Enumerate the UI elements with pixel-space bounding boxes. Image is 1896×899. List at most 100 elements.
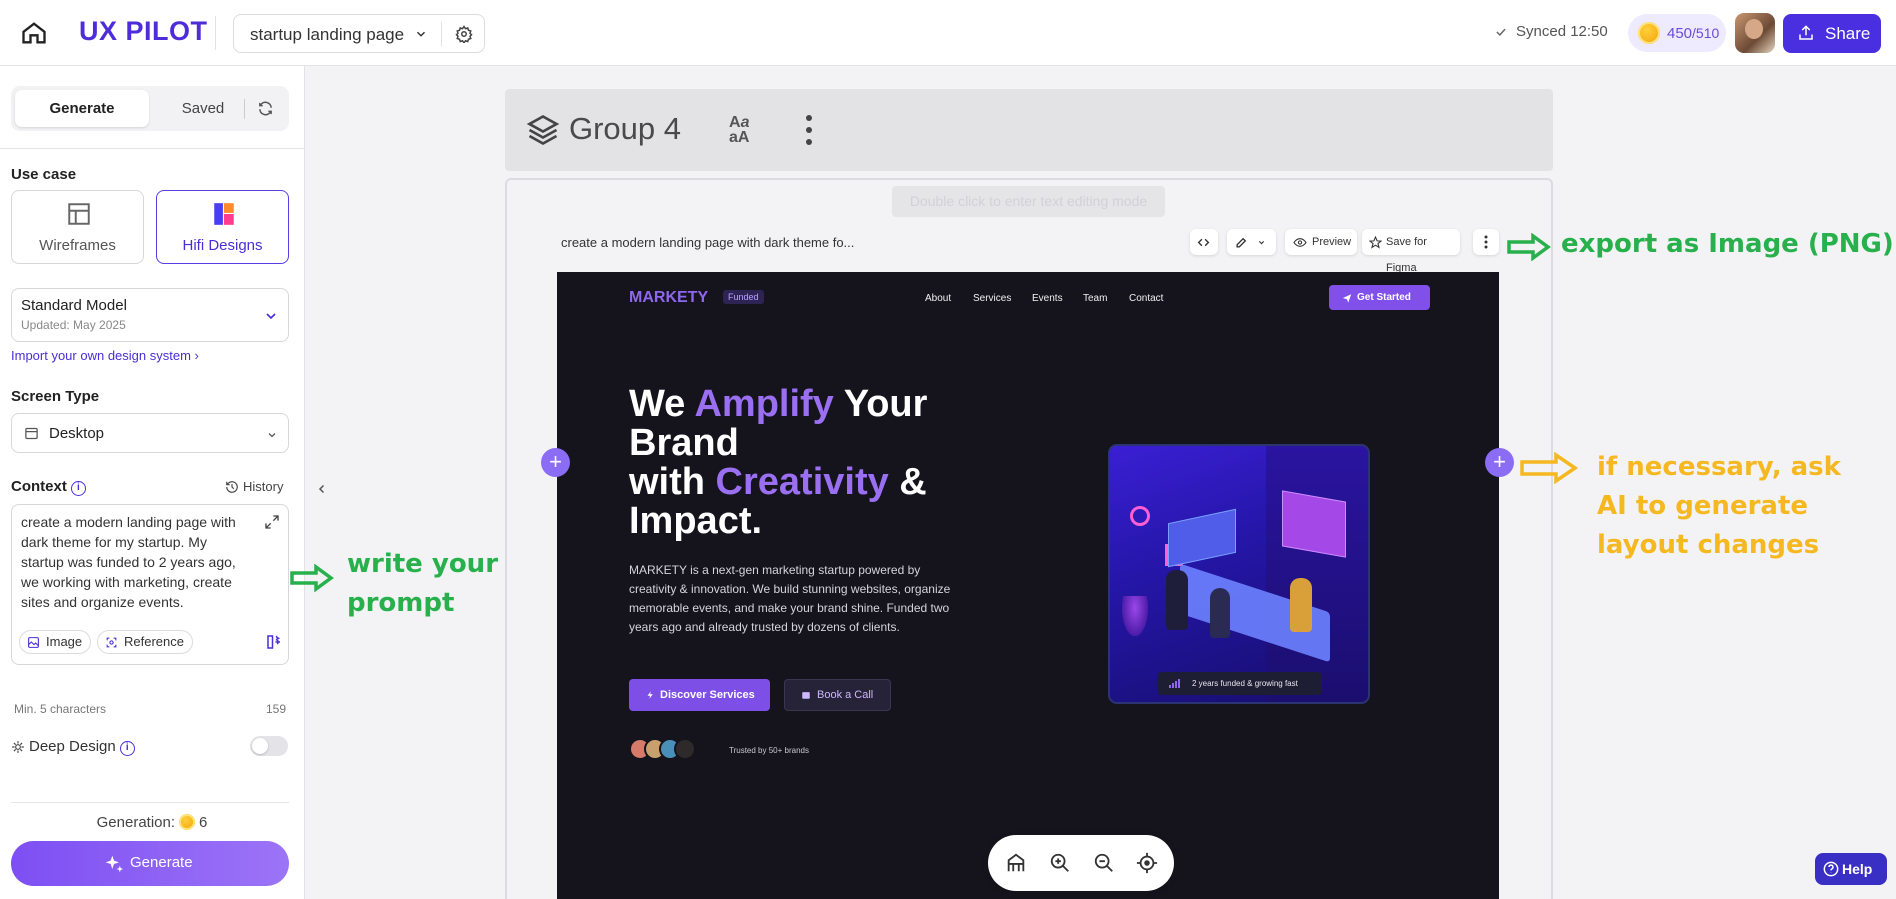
site-brand: MARKETY — [629, 289, 709, 306]
sparkles-icon — [105, 855, 124, 873]
green-arrow-icon — [1507, 233, 1551, 261]
add-section-right-button[interactable]: + — [1485, 448, 1514, 477]
context-textarea[interactable]: create a modern landing page with dark t… — [11, 504, 289, 665]
more-vertical-icon — [1484, 235, 1488, 249]
send-icon — [1342, 294, 1352, 303]
screen-type-label: Screen Type — [11, 388, 100, 405]
annotation-layout: if necessary, ask AI to generate layout … — [1597, 452, 1841, 560]
history-button[interactable]: History — [225, 479, 283, 494]
star-icon — [1369, 236, 1382, 249]
site-nav-item: Events — [1032, 293, 1063, 304]
recenter-icon[interactable] — [1136, 852, 1158, 874]
import-design-system-link[interactable]: Import your own design system › — [11, 348, 199, 363]
use-case-label: Use case — [11, 166, 77, 183]
top-bar: UX PILOT startup landing page Synced 12:… — [0, 0, 1896, 66]
check-icon — [1496, 28, 1506, 36]
min-characters-hint: Min. 5 characters — [14, 702, 107, 716]
frame-prompt-title: create a modern landing page with dark t… — [561, 235, 855, 250]
site-nav-item: Contact — [1129, 293, 1164, 304]
chevron-left-icon[interactable] — [316, 482, 328, 496]
project-selector[interactable]: startup landing page — [233, 14, 485, 53]
image-icon — [28, 637, 39, 648]
frame-more-button[interactable] — [1473, 229, 1499, 255]
context-label: Context i — [11, 478, 86, 496]
code-icon — [1197, 238, 1210, 247]
site-nav-item: Team — [1083, 293, 1108, 304]
site-book-call-button: Book a Call — [784, 679, 891, 711]
gear-icon[interactable] — [455, 25, 473, 43]
model-selector[interactable]: Standard Model Updated: May 2025 — [11, 288, 289, 342]
help-button[interactable]: Help — [1815, 853, 1887, 885]
reference-icon — [106, 637, 117, 648]
credits-badge[interactable]: 450/510 — [1628, 14, 1726, 52]
enhance-prompt-icon[interactable] — [265, 633, 283, 651]
site-nav-item: Services — [973, 293, 1012, 304]
funded-badge: Funded — [723, 290, 764, 304]
zoom-toolbar — [988, 835, 1174, 891]
use-case-wireframes[interactable]: Wireframes — [11, 190, 144, 264]
save-for-figma-button[interactable]: Save for Figma — [1362, 229, 1460, 274]
landing-page-preview[interactable]: MARKETY Funded About Services Events Tea… — [557, 272, 1499, 899]
zoom-in-icon[interactable] — [1049, 852, 1071, 874]
site-nav-item: About — [925, 293, 952, 304]
deep-design-toggle[interactable] — [250, 736, 288, 756]
calendar-icon — [802, 692, 810, 699]
eye-icon — [1293, 238, 1307, 247]
edit-dropdown-button[interactable] — [1227, 229, 1276, 255]
reference-chip-button[interactable]: Reference — [97, 630, 193, 654]
sparkle-gear-icon — [12, 741, 24, 753]
share-button[interactable]: Share — [1783, 14, 1881, 53]
add-section-left-button[interactable]: + — [541, 448, 570, 477]
expand-icon[interactable] — [264, 514, 280, 530]
refresh-icon[interactable] — [257, 100, 274, 117]
history-icon — [226, 481, 238, 493]
use-case-hifi[interactable]: Hifi Designs — [156, 190, 289, 264]
more-vertical-icon[interactable] — [805, 113, 813, 147]
hero-illustration: 2 years funded & growing fast — [1108, 444, 1370, 704]
mode-tabs: Generate Saved — [11, 86, 289, 131]
tab-saved[interactable]: Saved — [153, 90, 253, 127]
coin-icon — [179, 814, 196, 830]
wireframe-icon — [68, 203, 90, 225]
image-chip-button[interactable]: Image — [19, 630, 92, 654]
font-styles-icon[interactable]: Aa aA — [729, 115, 761, 146]
hero-caption: 2 years funded & growing fast — [1158, 672, 1322, 695]
yellow-arrow-icon — [1520, 452, 1578, 484]
chevron-down-icon — [266, 313, 276, 320]
group-title: Group 4 — [569, 111, 682, 146]
trusted-text: Trusted by 50+ brands — [729, 746, 809, 755]
app-logo[interactable]: UX PILOT — [79, 16, 208, 47]
home-icon[interactable] — [20, 19, 48, 47]
signal-icon — [1169, 679, 1180, 688]
avatar[interactable] — [1735, 13, 1775, 53]
site-headline: We Amplify Your Brand with Creativity & … — [629, 383, 928, 542]
sidebar: Generate Saved Use case Wireframes Hifi … — [0, 66, 305, 899]
tab-generate[interactable]: Generate — [15, 90, 149, 127]
site-discover-button: Discover Services — [629, 679, 770, 711]
info-icon[interactable]: i — [119, 741, 135, 756]
site-get-started-button: Get Started — [1329, 285, 1430, 310]
generation-counter: Generation: 6 — [96, 814, 208, 831]
desktop-icon — [25, 427, 38, 440]
preview-button[interactable]: Preview — [1285, 229, 1357, 255]
upload-icon — [1799, 25, 1813, 40]
hifi-icon — [214, 203, 234, 225]
generate-button[interactable]: Generate — [11, 841, 289, 886]
screen-type-select[interactable]: Desktop — [11, 413, 289, 453]
grid-layout-icon[interactable] — [1005, 852, 1027, 874]
annotation-export: export as Image (PNG) — [1561, 229, 1894, 259]
help-icon — [1823, 861, 1839, 877]
divider — [215, 16, 216, 50]
layers-icon — [526, 114, 560, 146]
group-header[interactable]: Group 4 Aa aA — [505, 89, 1553, 171]
code-button[interactable] — [1190, 229, 1218, 255]
zoom-out-icon[interactable] — [1093, 852, 1115, 874]
green-arrow-icon — [290, 564, 334, 592]
tooltip: Double click to enter text editing mode — [892, 186, 1165, 217]
info-icon[interactable]: i — [70, 481, 86, 496]
deep-design-label: Deep Design i — [11, 738, 135, 756]
site-description: MARKETY is a next-gen marketing startup … — [629, 563, 951, 634]
pencil-icon — [1236, 237, 1247, 248]
annotation-prompt: write your prompt — [347, 549, 499, 618]
chevron-down-icon — [1258, 240, 1265, 245]
